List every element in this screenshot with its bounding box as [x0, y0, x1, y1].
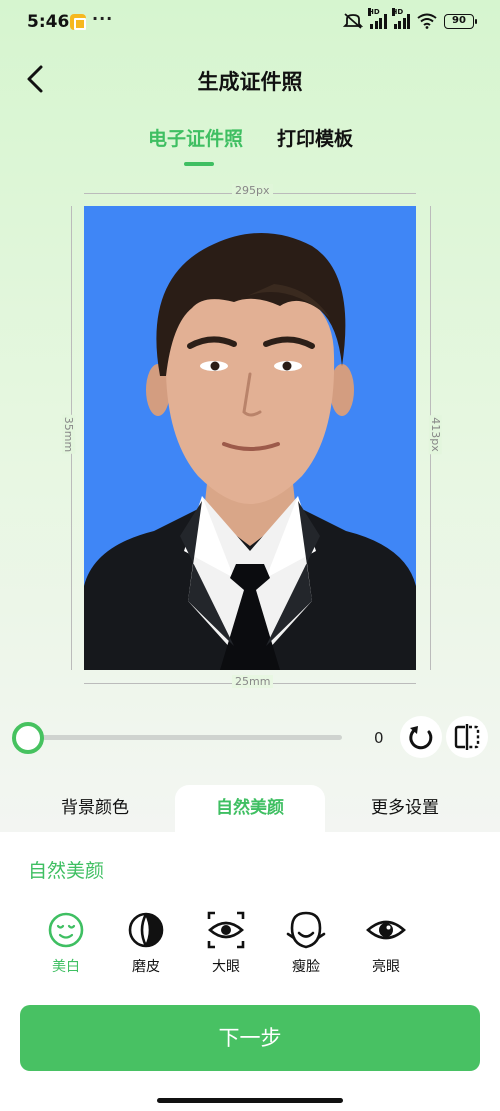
mode-tabs: 电子证件照 打印模板	[0, 124, 500, 166]
face-slim-icon	[286, 911, 326, 949]
tab-print-template[interactable]: 打印模板	[277, 124, 353, 151]
tab-more-settings[interactable]: 更多设置	[330, 785, 480, 833]
option-whiten[interactable]: 美白	[36, 910, 96, 976]
option-big-eyes[interactable]: 大眼	[196, 910, 256, 976]
height-mm-label: 35mm	[62, 414, 76, 455]
panel-tabs: 背景颜色 自然美颜 更多设置	[0, 785, 500, 833]
status-time: 5:46	[27, 12, 70, 32]
height-px-label: 413px	[428, 415, 442, 454]
eye-focus-icon	[207, 911, 245, 949]
page-title: 生成证件照	[197, 70, 303, 94]
panel-heading: 自然美颜	[28, 860, 105, 882]
half-circle-icon	[128, 912, 164, 948]
portrait-image	[84, 232, 416, 670]
next-step-button[interactable]: 下一步	[20, 1005, 480, 1071]
notification-icon	[70, 14, 86, 30]
id-photo	[84, 206, 416, 670]
option-whiten-label: 美白	[52, 959, 80, 975]
status-bar: 5:46 ··· HD HD 90	[0, 0, 500, 46]
mute-icon	[343, 13, 363, 29]
width-mm-label: 25mm	[232, 675, 274, 688]
beauty-intensity-value: 0	[374, 729, 384, 747]
more-notifications-icon: ···	[92, 9, 114, 28]
compare-button[interactable]	[446, 716, 488, 758]
reset-icon	[409, 726, 433, 750]
option-slim-face-label: 瘦脸	[292, 959, 320, 975]
reset-button[interactable]	[400, 716, 442, 758]
wifi-icon	[417, 13, 437, 29]
width-px-label: 295px	[232, 184, 273, 197]
option-bright-eyes-label: 亮眼	[372, 959, 400, 975]
tab-background-color[interactable]: 背景颜色	[20, 785, 170, 833]
tab-underline	[184, 162, 214, 166]
option-smooth-label: 磨皮	[132, 959, 160, 975]
battery-icon: 90	[444, 13, 477, 29]
tab-electronic-photo[interactable]: 电子证件照	[148, 124, 243, 151]
signal-icon-2: HD	[391, 7, 410, 29]
option-slim-face[interactable]: 瘦脸	[276, 910, 336, 976]
beauty-intensity-thumb[interactable]	[12, 722, 44, 754]
signal-icon: HD	[368, 7, 387, 29]
compare-icon	[454, 724, 480, 750]
tab-natural-beauty[interactable]: 自然美颜	[175, 785, 325, 833]
option-big-eyes-label: 大眼	[212, 959, 240, 975]
eye-icon	[366, 920, 406, 940]
option-bright-eyes[interactable]: 亮眼	[356, 910, 416, 976]
face-smile-icon	[48, 912, 84, 948]
home-indicator[interactable]	[157, 1098, 343, 1103]
option-smooth[interactable]: 磨皮	[116, 910, 176, 976]
beauty-intensity-track[interactable]	[28, 735, 342, 740]
